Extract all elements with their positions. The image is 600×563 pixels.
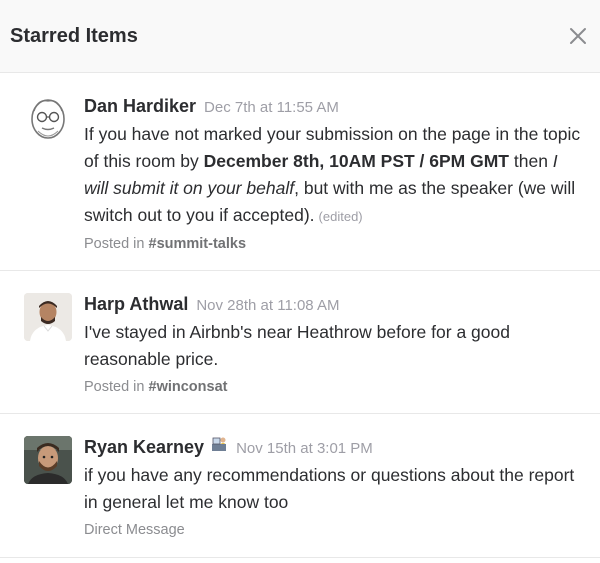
starred-item[interactable]: Dan Hardiker Dec 7th at 11:55 AM If you …: [0, 73, 600, 271]
channel-link[interactable]: #summit-talks: [149, 236, 247, 252]
close-icon: [570, 28, 586, 44]
posted-in-prefix: Posted in: [84, 379, 145, 395]
message-text: I've stayed in Airbnb's near Heathrow be…: [84, 322, 510, 369]
message-text-part: then: [509, 151, 553, 171]
message-text-bold: December 8th, 10AM PST / 6PM GMT: [203, 151, 509, 171]
desk-worker-emoji-icon: [210, 435, 228, 453]
person-photo-avatar[interactable]: [24, 293, 72, 341]
direct-message-label[interactable]: Direct Message: [84, 518, 586, 542]
close-button[interactable]: [564, 22, 592, 50]
starred-list: Dan Hardiker Dec 7th at 11:55 AM If you …: [0, 73, 600, 558]
message-author[interactable]: Dan Hardiker: [84, 93, 196, 119]
message-author[interactable]: Harp Athwal: [84, 291, 188, 317]
message-timestamp[interactable]: Nov 15th at 3:01 PM: [236, 436, 373, 462]
posted-in: Posted in #winconsat: [84, 375, 586, 399]
message-timestamp[interactable]: Nov 28th at 11:08 AM: [196, 293, 339, 319]
edited-label: (edited): [318, 209, 363, 224]
starred-item[interactable]: Harp Athwal Nov 28th at 11:08 AM I've st…: [0, 271, 600, 414]
cartoon-face-avatar[interactable]: [24, 97, 72, 145]
message-author[interactable]: Ryan Kearney: [84, 434, 204, 460]
message-timestamp[interactable]: Dec 7th at 11:55 AM: [204, 95, 339, 121]
panel-title: Starred Items: [10, 24, 138, 47]
panel-header: Starred Items: [0, 0, 600, 73]
starred-item[interactable]: Ryan Kearney Nov 15th at 3:01 PM if you …: [0, 414, 600, 558]
person-photo-avatar[interactable]: [24, 436, 72, 484]
starred-items-panel: Starred Items Dan Hardiker Dec 7th at 11…: [0, 0, 600, 563]
channel-link[interactable]: #winconsat: [149, 379, 228, 395]
posted-in: Posted in #summit-talks: [84, 232, 586, 256]
posted-in-prefix: Posted in: [84, 236, 145, 252]
message-text: if you have any recommendations or quest…: [84, 465, 575, 512]
message-text: If you have not marked your submission o…: [84, 121, 586, 230]
